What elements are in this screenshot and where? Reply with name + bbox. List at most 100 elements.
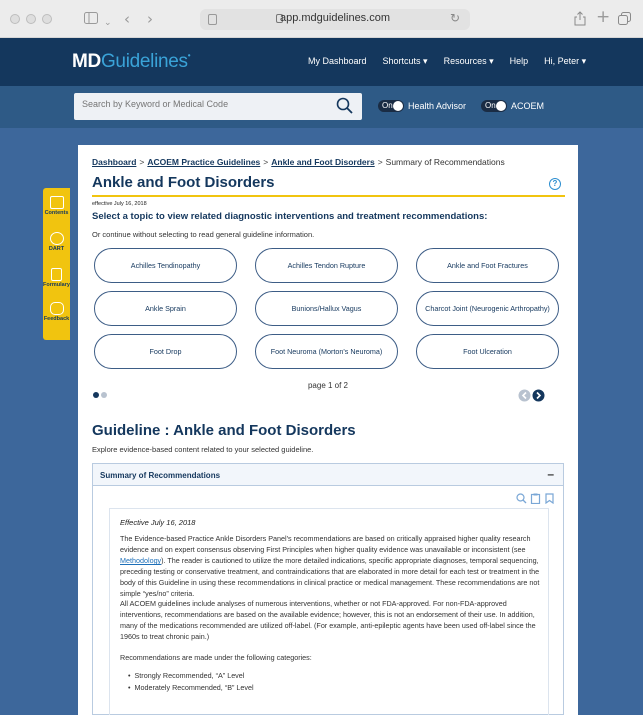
toggle-label: ACOEM	[511, 101, 545, 111]
acoem-toggle[interactable]: On ACOEM	[481, 100, 544, 112]
side-item-label: Feedback	[43, 316, 70, 322]
topic-button[interactable]: Ankle Sprain	[94, 291, 237, 326]
logo-guidelines: Guidelines	[100, 51, 188, 72]
browser-toolbar: ⌄ ‹ › app.mdguidelines.com ↻ +	[0, 0, 643, 38]
contents-icon	[49, 196, 64, 209]
dot-active[interactable]	[93, 392, 99, 398]
breadcrumb-acoem[interactable]: ACOEM Practice Guidelines	[147, 157, 260, 167]
minimize-window-button[interactable]	[26, 14, 36, 24]
guideline-title: Guideline : Ankle and Foot Disorders	[92, 422, 356, 439]
next-page-icon[interactable]	[532, 389, 545, 402]
side-item-label: Formulary	[43, 282, 70, 288]
formulary-icon	[51, 268, 62, 281]
summary-content: Effective July 16, 2018 The Evidence-bas…	[109, 508, 549, 715]
list-item-text: Strongly Recommended, “A” Level	[134, 671, 245, 680]
accordion-tools	[516, 493, 555, 504]
chevron-down-icon[interactable]: ⌄	[104, 13, 112, 33]
topic-button[interactable]: Foot Ulceration	[416, 334, 559, 369]
clipboard-icon[interactable]	[530, 493, 541, 504]
topic-button[interactable]: Bunions/Hallux Vagus	[255, 291, 398, 326]
topic-prompt: Select a topic to view related diagnosti…	[92, 211, 488, 222]
list-item: • Strongly Recommended, “A” Level	[128, 671, 245, 680]
methodology-link[interactable]: Methodology	[120, 556, 161, 565]
share-icon[interactable]	[574, 11, 586, 26]
feedback-icon	[49, 302, 64, 315]
zoom-window-button[interactable]	[42, 14, 52, 24]
toggle-switch[interactable]: On	[378, 100, 404, 112]
nav-my-dashboard[interactable]: My Dashboard	[308, 56, 367, 67]
reload-icon[interactable]: ↻	[450, 11, 460, 25]
search-icon[interactable]	[516, 493, 527, 504]
topic-button[interactable]: Foot Neuroma (Morton's Neuroma)	[255, 334, 398, 369]
health-advisor-toggle[interactable]: On Health Advisor	[378, 100, 466, 112]
logo-md: MD	[72, 51, 101, 72]
breadcrumb-separator: >	[263, 157, 269, 167]
mdguidelines-logo[interactable]: MDGuidelines•	[72, 51, 191, 73]
guideline-subtext: Explore evidence-based content related t…	[92, 445, 314, 454]
sidebar-toggle-icon[interactable]	[84, 12, 98, 24]
url-text: app.mdguidelines.com	[279, 12, 391, 24]
dot-inactive[interactable]	[101, 392, 107, 398]
side-toolbar: Contents DART Formulary Feedback	[43, 188, 70, 340]
list-item-text: Moderately Recommended, “B” Level	[134, 683, 254, 692]
nav-shortcuts[interactable]: Shortcuts ▾	[383, 56, 428, 67]
side-item-dart[interactable]: DART	[43, 232, 70, 252]
topic-button[interactable]: Charcot Joint (Neurogenic Arthropathy)	[416, 291, 559, 326]
side-item-formulary[interactable]: Formulary	[43, 268, 70, 288]
topic-button[interactable]: Ankle and Foot Fractures	[416, 248, 559, 283]
list-item: • Moderately Recommended, “B” Level	[128, 683, 254, 692]
toggle-state: On	[382, 101, 393, 110]
topic-button[interactable]: Achilles Tendinopathy	[94, 248, 237, 283]
summary-paragraph-1: The Evidence-based Practice Ankle Disord…	[120, 533, 540, 599]
breadcrumb: Dashboard > ACOEM Practice Guidelines > Ankl…	[92, 157, 505, 167]
topic-button[interactable]: Foot Drop	[94, 334, 237, 369]
pagination-dots[interactable]	[92, 391, 112, 399]
forward-arrow-icon[interactable]: ›	[147, 9, 153, 29]
search-icon[interactable]	[336, 97, 354, 115]
accordion-header[interactable]: Summary of Recommendations –	[93, 464, 563, 486]
side-item-contents[interactable]: Contents	[43, 196, 70, 216]
main-nav: My Dashboard Shortcuts ▾ Resources ▾ Hel…	[308, 56, 586, 67]
breadcrumb-separator: >	[377, 157, 383, 167]
toggle-switch[interactable]: On	[481, 100, 507, 112]
bookmark-icon[interactable]	[544, 493, 555, 504]
accordion-title: Summary of Recommendations	[100, 471, 221, 480]
page-indicator: page 1 of 2	[307, 381, 349, 390]
back-arrow-icon[interactable]: ‹	[124, 9, 130, 29]
summary-paragraph-3: Recommendations are made under the follo…	[120, 653, 312, 662]
toggle-label: Health Advisor	[408, 101, 467, 111]
side-item-feedback[interactable]: Feedback	[43, 302, 70, 322]
breadcrumb-ankle-foot[interactable]: Ankle and Foot Disorders	[271, 157, 374, 167]
toggle-state: On	[485, 101, 496, 110]
summary-paragraph-2: All ACOEM guidelines include analyses of…	[120, 599, 536, 641]
paragraph-text: The Evidence-based Practice Ankle Disord…	[120, 534, 531, 554]
help-icon[interactable]: ?	[549, 178, 561, 190]
tab-overview-icon[interactable]	[618, 12, 631, 25]
side-item-label: Contents	[44, 210, 69, 216]
site-header: MDGuidelines• My Dashboard Shortcuts ▾ R…	[0, 38, 643, 86]
title-divider	[92, 195, 565, 197]
content-card: Dashboard > ACOEM Practice Guidelines > Ankl…	[78, 145, 578, 715]
breadcrumb-dashboard[interactable]: Dashboard	[92, 157, 136, 167]
breadcrumb-separator: >	[139, 157, 145, 167]
search-bar-row: On Health Advisor On ACOEM	[0, 86, 643, 128]
nav-resources[interactable]: Resources ▾	[444, 56, 494, 67]
dart-icon	[49, 232, 64, 245]
topic-button[interactable]: Achilles Tendon Rupture	[255, 248, 398, 283]
page-title: Ankle and Foot Disorders	[92, 174, 275, 191]
collapse-icon[interactable]: –	[547, 467, 554, 481]
breadcrumb-current: Summary of Recommendations	[385, 157, 505, 167]
summary-effective-date: Effective July 16, 2018	[120, 518, 196, 527]
window-controls[interactable]	[10, 14, 52, 24]
address-bar[interactable]: app.mdguidelines.com ↻	[200, 9, 470, 30]
search-input[interactable]	[82, 99, 322, 109]
summary-accordion: Summary of Recommendations – Effective J…	[92, 463, 564, 715]
paragraph-text: ). The reader is cautioned to utilize th…	[120, 556, 540, 598]
prev-page-icon[interactable]	[518, 389, 531, 402]
pager-arrows	[518, 389, 545, 402]
nav-help[interactable]: Help	[510, 56, 529, 67]
nav-user-menu[interactable]: Hi, Peter ▾	[544, 56, 586, 67]
close-window-button[interactable]	[10, 14, 20, 24]
topic-subtext: Or continue without selecting to read ge…	[92, 230, 315, 239]
new-tab-icon[interactable]: +	[596, 7, 610, 27]
